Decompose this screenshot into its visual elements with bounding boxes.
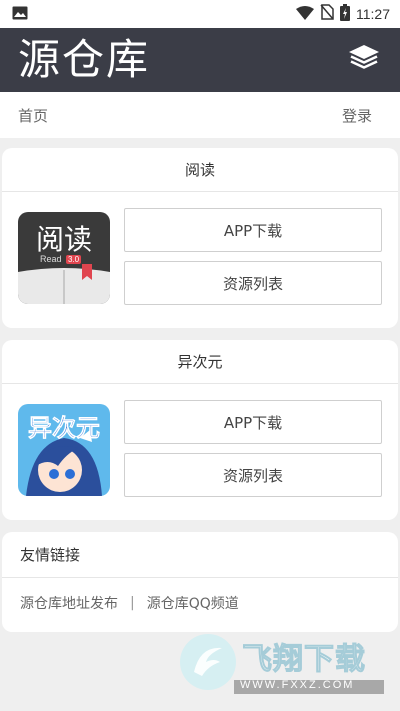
friendly-links-card: 友情链接 源仓库地址发布 | 源仓库QQ频道 (2, 532, 398, 632)
clock: 11:27 (356, 6, 390, 22)
home-link[interactable]: 首页 (18, 105, 48, 126)
watermark: 飞翔下载 WWW.FXXZ.COM (178, 632, 388, 694)
watermark-text: 飞翔下载 (242, 642, 366, 678)
layers-menu-button[interactable] (344, 40, 384, 80)
yiciyuan-app-icon[interactable]: 异次元 (18, 404, 110, 496)
app-title: 源仓库 (18, 35, 151, 84)
links-row: 源仓库地址发布 | 源仓库QQ频道 (2, 578, 398, 628)
app-card-read: 阅读 阅读 Read 3.0 APP下载 资源列表 (2, 148, 398, 328)
read-icon-badge: 3.0 (66, 255, 82, 264)
login-link[interactable]: 登录 (342, 105, 372, 126)
battery-charging-icon (340, 3, 350, 25)
yiciyuan-icon-text: 异次元 (28, 414, 101, 443)
link-separator: | (130, 595, 135, 611)
link-qq-channel[interactable]: 源仓库QQ频道 (147, 593, 239, 613)
read-icon-text: 阅读 (35, 223, 92, 256)
links-title: 友情链接 (2, 532, 398, 578)
status-bar: 11:27 (0, 0, 400, 28)
watermark-url: WWW.FXXZ.COM (240, 679, 355, 691)
image-icon (12, 5, 28, 24)
nav-row: 首页 登录 (0, 92, 400, 138)
app-card-yiciyuan: 异次元 异次元 APP下载 资源列表 (2, 340, 398, 520)
read-app-icon[interactable]: 阅读 Read 3.0 (18, 212, 110, 304)
read-app-download-button[interactable]: APP下载 (124, 208, 382, 252)
read-icon-sub: Read (40, 254, 62, 264)
app-header: 源仓库 (0, 28, 400, 92)
card-title: 阅读 (2, 148, 398, 192)
layers-icon (347, 43, 381, 77)
read-resource-list-button[interactable]: 资源列表 (124, 261, 382, 305)
wifi-icon (296, 5, 314, 24)
link-address-release[interactable]: 源仓库地址发布 (20, 593, 118, 613)
card-title: 异次元 (2, 340, 398, 384)
yiciyuan-resource-list-button[interactable]: 资源列表 (124, 453, 382, 497)
no-sim-icon (320, 4, 334, 24)
yiciyuan-app-download-button[interactable]: APP下载 (124, 400, 382, 444)
